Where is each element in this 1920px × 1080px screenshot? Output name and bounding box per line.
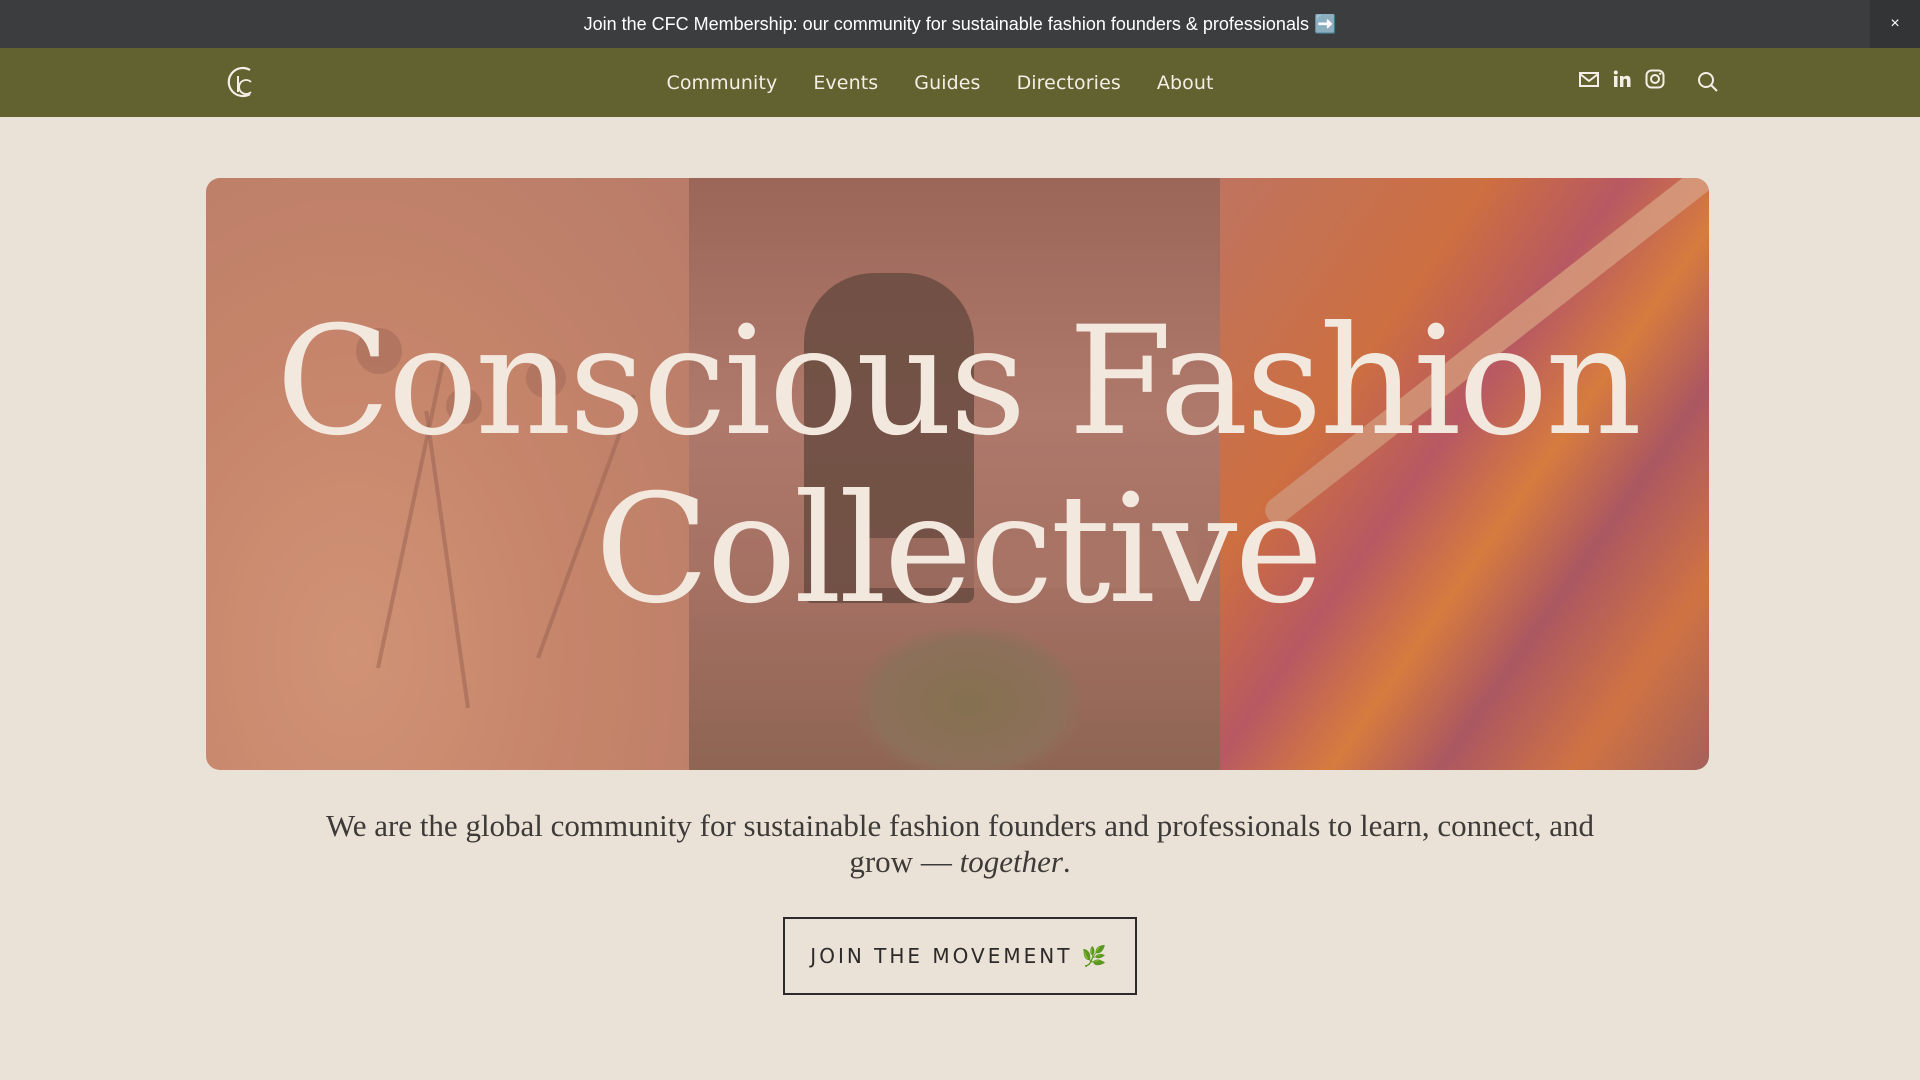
tagline: We are the global community for sustaina… [300,808,1620,880]
announcement-bar: Join the CFC Membership: our community f… [0,0,1920,48]
hero-title: Conscious Fashion Collective [206,298,1709,634]
instagram-icon[interactable] [1644,68,1666,90]
join-movement-button[interactable]: JOIN THE MOVEMENT 🌿 [783,917,1137,995]
social-links [1578,68,1666,90]
hero-banner: Conscious Fashion Collective [206,178,1709,770]
mail-icon[interactable] [1578,68,1600,90]
nav-about[interactable]: About [1157,72,1214,94]
announcement-link[interactable]: Join the CFC Membership: our community f… [584,14,1337,35]
nav-events[interactable]: Events [813,72,878,94]
tagline-end: . [1062,844,1071,879]
hero-title-line1: Conscious Fashion [275,295,1642,469]
search-icon[interactable] [1696,70,1720,94]
close-announcement-button[interactable]: × [1870,0,1920,48]
nav-guides[interactable]: Guides [914,72,980,94]
hero-title-line2: Collective [594,463,1324,637]
nav-community[interactable]: Community [666,72,777,94]
tagline-emphasis: together [959,844,1063,879]
linkedin-icon[interactable] [1611,68,1633,90]
site-header: Community Events Guides Directories Abou… [0,48,1920,117]
cfc-logo[interactable] [222,62,260,102]
nav-directories[interactable]: Directories [1017,72,1121,94]
